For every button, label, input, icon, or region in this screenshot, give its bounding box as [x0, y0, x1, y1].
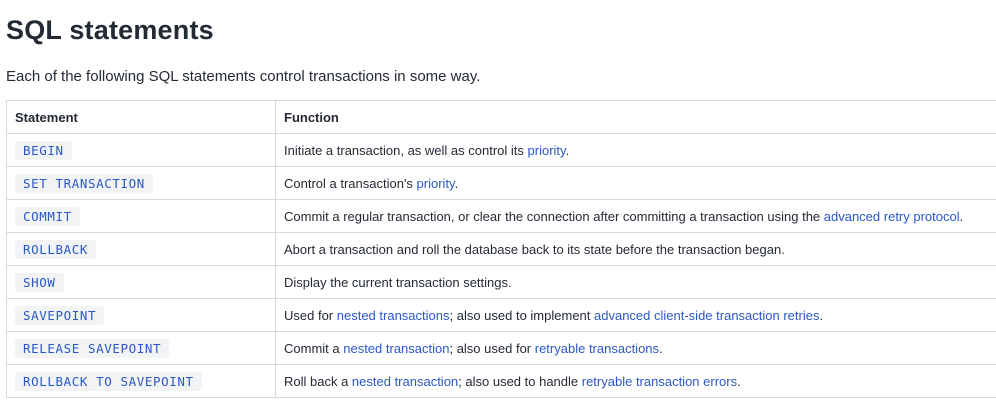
function-text: .: [659, 340, 663, 356]
function-text: Abort a transaction and roll the databas…: [284, 241, 785, 257]
function-text: Commit a regular transaction, or clear t…: [284, 208, 824, 224]
function-text: Display the current transaction settings…: [284, 274, 512, 290]
header-statement: Statement: [6, 100, 276, 134]
statement-link[interactable]: RELEASE SAVEPOINT: [15, 338, 170, 358]
function-cell: Initiate a transaction, as well as contr…: [275, 133, 996, 167]
table-row: BEGIN Initiate a transaction, as well as …: [6, 133, 996, 167]
table-row: RELEASE SAVEPOINT Commit a nested transac…: [6, 331, 996, 365]
function-cell: Abort a transaction and roll the databas…: [275, 232, 996, 266]
section-heading: SQL statements: [6, 15, 214, 45]
function-cell: Display the current transaction settings…: [275, 265, 996, 299]
doc-link[interactable]: priority: [417, 176, 455, 191]
table-row: SAVEPOINT Used for nested transactions; a…: [6, 298, 996, 332]
doc-link[interactable]: retryable transaction errors: [582, 374, 737, 389]
table-row: SHOW Display the current transaction sett…: [6, 265, 996, 299]
table-row: ROLLBACK Abort a transaction and roll the…: [6, 232, 996, 266]
function-text: .: [819, 307, 824, 323]
function-cell: Control a transaction's priority.: [275, 166, 996, 200]
statement-cell: COMMIT: [6, 199, 276, 233]
intro-paragraph: Each of the following SQL statements con…: [6, 68, 481, 85]
function-text: Commit a: [284, 340, 344, 356]
statement-link[interactable]: SAVEPOINT: [15, 305, 105, 325]
doc-link[interactable]: advanced retry protocol: [824, 209, 960, 224]
function-text: ; also used to handle: [458, 373, 582, 389]
statement-cell: SHOW: [6, 265, 276, 299]
doc-link[interactable]: nested transaction: [343, 341, 449, 356]
statement-cell: ROLLBACK: [6, 232, 276, 266]
function-text: Roll back a: [284, 373, 352, 389]
function-text: ; also used for: [449, 340, 535, 356]
table-row: ROLLBACK TO SAVEPOINT Roll back a nested …: [6, 364, 996, 398]
function-text: Used for: [284, 307, 337, 323]
statement-link[interactable]: ROLLBACK TO SAVEPOINT: [15, 371, 202, 391]
function-text: .: [737, 373, 741, 389]
statement-link[interactable]: BEGIN: [15, 140, 72, 160]
function-cell: Commit a regular transaction, or clear t…: [275, 199, 996, 233]
statement-cell: RELEASE SAVEPOINT: [6, 331, 276, 365]
table-body: BEGIN Initiate a transaction, as well as …: [6, 133, 996, 398]
statement-cell: SAVEPOINT: [6, 298, 276, 332]
statement-cell: SET TRANSACTION: [6, 166, 276, 200]
doc-link[interactable]: priority: [528, 143, 566, 158]
function-text: ; also used to implement: [449, 307, 595, 323]
sql-statements-table: Statement Function BEGIN Initiate a trans…: [6, 100, 996, 398]
function-cell: Roll back a nested transaction; also use…: [275, 364, 996, 398]
statement-cell: ROLLBACK TO SAVEPOINT: [6, 364, 276, 398]
table-row: SET TRANSACTION Control a transaction's p…: [6, 166, 996, 200]
function-text: Control a transaction's: [284, 175, 417, 191]
statement-link[interactable]: ROLLBACK: [15, 239, 97, 259]
statement-link[interactable]: COMMIT: [15, 206, 80, 226]
doc-link[interactable]: advanced client-side transaction retries: [594, 308, 819, 323]
doc-link[interactable]: nested transaction: [352, 374, 458, 389]
function-cell: Used for nested transactions; also used …: [275, 298, 996, 332]
function-text: .: [454, 175, 459, 191]
statement-link[interactable]: SHOW: [15, 272, 64, 292]
function-text: Initiate a transaction, as well as contr…: [284, 142, 528, 158]
doc-link[interactable]: retryable transactions: [535, 341, 659, 356]
function-cell: Commit a nested transaction; also used f…: [275, 331, 996, 365]
function-text: .: [959, 208, 964, 224]
header-function: Function: [275, 100, 996, 134]
function-text: .: [565, 142, 570, 158]
statement-cell: BEGIN: [6, 133, 276, 167]
statement-link[interactable]: SET TRANSACTION: [15, 173, 153, 193]
doc-link[interactable]: nested transactions: [337, 308, 450, 323]
table-header-row: Statement Function: [6, 100, 996, 134]
table-row: COMMIT Commit a regular transaction, or c…: [6, 199, 996, 233]
